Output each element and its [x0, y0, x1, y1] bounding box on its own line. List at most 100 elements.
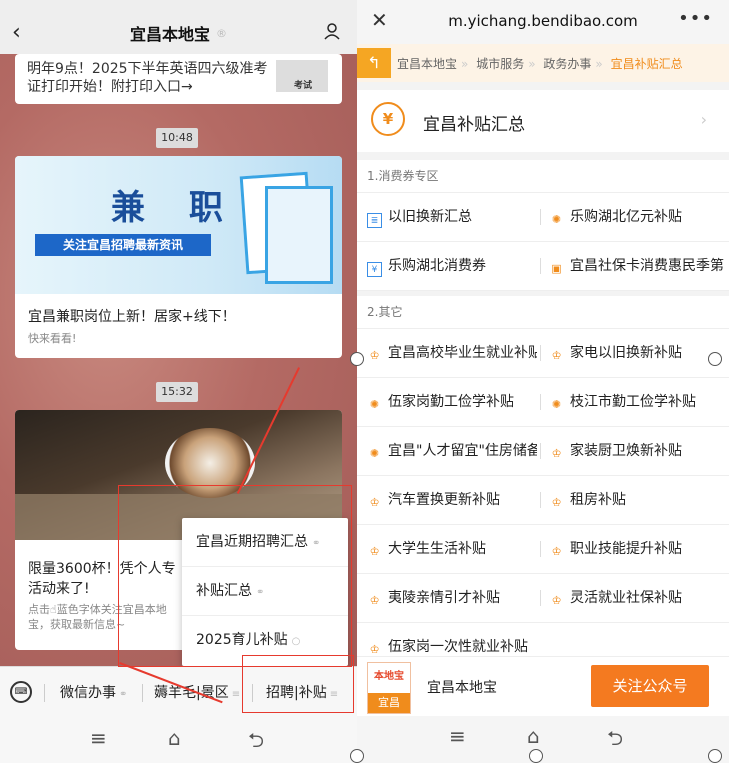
list-link[interactable]: ✺ 宜昌"人才留宜"住房储备 — [367, 427, 537, 475]
link-icon: ⚭ — [119, 689, 128, 700]
breadcrumb-item[interactable]: 政务办事 — [543, 57, 591, 71]
list-link[interactable]: ♔ 租房补贴 — [549, 476, 729, 524]
chevron-right-icon: › — [700, 110, 707, 129]
back-icon[interactable]: ⮌ — [248, 726, 264, 760]
article-card[interactable]: 明年9点！2025下半年英语四六级准考证打印开始！附打印入口→ 考试 — [15, 54, 342, 104]
bendibao-logo: 本地宝 宜昌 — [367, 662, 411, 714]
list-link[interactable]: ≣ 以旧换新汇总 — [367, 193, 537, 241]
wechat-nav-bar: ‹ 宜昌本地宝 ® — [0, 12, 357, 54]
home-icon[interactable]: ⌂ — [168, 726, 181, 750]
subsidy-icon: ¥ — [371, 102, 405, 136]
back-icon[interactable]: ‹ — [12, 20, 21, 45]
system-nav-bar: ≡ ⌂ ⮌ — [0, 718, 357, 763]
breadcrumb: ↰ 宜昌本地宝» 城市服务» 政务办事» 宜昌补贴汇总 — [357, 44, 729, 82]
list-row: ≣ 以旧换新汇总 ✺ 乐购湖北亿元补贴 — [357, 193, 729, 242]
list-row: ¥ 乐购湖北消费券 ▣ 宜昌社保卡消费惠民季第 — [357, 242, 729, 291]
money-bag-icon: ♔ — [551, 349, 562, 362]
selection-handle[interactable] — [529, 749, 543, 763]
divider — [142, 684, 143, 702]
selection-handle[interactable] — [350, 352, 364, 366]
browser-panel: ✕ m.yichang.bendibao.com ••• ↰ 宜昌本地宝» 城市… — [357, 0, 729, 763]
money-bag-icon: ♔ — [369, 643, 380, 656]
list-link[interactable]: ♔ 家装厨卫焕新补贴 — [549, 427, 729, 475]
user-profile-icon[interactable] — [323, 22, 341, 40]
list-row: ✺ 宜昌"人才留宜"住房储备 ♔ 家装厨卫焕新补贴 — [357, 427, 729, 476]
list-row: ♔ 大学生生活补贴 ♔ 职业技能提升补贴 — [357, 525, 729, 574]
voucher-icon: ¥ — [367, 262, 382, 277]
menu-icon: ≡ — [231, 689, 241, 700]
home-icon[interactable]: ⌂ — [527, 724, 540, 748]
list-link[interactable]: ✺ 枝江市勤工俭学补贴 — [549, 378, 729, 426]
coin-icon: ✺ — [369, 398, 380, 411]
url-display: m.yichang.bendibao.com — [448, 12, 638, 30]
divider — [540, 345, 541, 361]
money-bag-icon: ♔ — [369, 545, 380, 558]
section-title: 1.消费券专区 — [357, 160, 729, 193]
menu-item-wechat-services[interactable]: 微信办事 ⚭ — [60, 667, 127, 719]
more-icon[interactable]: ••• — [678, 8, 713, 29]
follow-banner: 本地宝 宜昌 宜昌本地宝 关注公众号 — [357, 656, 729, 717]
money-bag-icon: ♔ — [369, 594, 380, 607]
money-bag-icon: ♔ — [551, 545, 562, 558]
menu-icon[interactable]: ≡ — [90, 726, 107, 750]
money-bag-icon: ♔ — [551, 594, 562, 607]
account-name: 宜昌本地宝 — [427, 680, 497, 696]
divider — [44, 684, 45, 702]
selection-handle[interactable] — [350, 749, 364, 763]
article-title-line2: 活动来了! — [28, 581, 90, 597]
coin-icon: ✺ — [551, 398, 562, 411]
article-card[interactable]: 兼 职 关注宜昌招聘最新资讯 宜昌兼职岗位上新！居家+线下！ 快来看看! — [15, 156, 342, 358]
list-link[interactable]: ♔ 夷陵亲情引才补贴 — [367, 574, 537, 622]
highlight-box — [118, 485, 352, 667]
card-icon: ▣ — [551, 262, 562, 275]
list-row: ♔ 宜昌高校毕业生就业补贴 ♔ 家电以旧换新补贴 — [357, 329, 729, 378]
list-link[interactable]: ♔ 灵活就业社保补贴 — [549, 574, 729, 622]
highlight-box — [242, 655, 354, 713]
list-link[interactable]: ¥ 乐购湖北消费券 — [367, 242, 537, 290]
list-link[interactable]: ♔ 职业技能提升补贴 — [549, 525, 729, 573]
cover-headline: 兼 职 — [111, 188, 239, 228]
browser-toolbar: ✕ m.yichang.bendibao.com ••• — [357, 0, 729, 45]
divider — [540, 258, 541, 274]
section-title: 2.其它 — [357, 296, 729, 329]
divider — [540, 492, 541, 508]
section-consumer-vouchers: 1.消费券专区 ≣ 以旧换新汇总 ✺ 乐购湖北亿元补贴 ¥ 乐购湖北消费券 ▣ 宜昌社保… — [357, 160, 729, 291]
document-illustration — [265, 186, 333, 284]
money-bag-icon: ♔ — [369, 496, 380, 509]
list-link[interactable]: ♔ 宜昌高校毕业生就业补贴 — [367, 329, 537, 377]
book-icon: ≣ — [367, 213, 382, 228]
breadcrumb-item[interactable]: 城市服务 — [476, 57, 524, 71]
system-nav-bar: ≡ ⌂ ⮌ — [357, 716, 729, 763]
back-icon[interactable]: ⮌ — [607, 724, 623, 758]
list-link[interactable]: ▣ 宜昌社保卡消费惠民季第 — [549, 242, 729, 290]
money-bag-icon: ♔ — [369, 349, 380, 362]
keyboard-icon[interactable]: ⌨ — [10, 681, 32, 703]
wechat-official-account-panel: ‹ 宜昌本地宝 ® 明年9点！2025下半年英语四六级准考证打印开始！附打印入口… — [0, 0, 357, 763]
verified-icon: ® — [216, 26, 227, 40]
selection-handle[interactable] — [708, 749, 722, 763]
list-link[interactable]: ✺ 伍家岗勤工俭学补贴 — [367, 378, 537, 426]
page-header[interactable]: ¥ 宜昌补贴汇总 › — [357, 90, 729, 152]
list-link[interactable]: ♔ 大学生生活补贴 — [367, 525, 537, 573]
breadcrumb-item[interactable]: 宜昌本地宝 — [397, 57, 457, 71]
back-arrow-icon[interactable]: ↰ — [357, 48, 391, 78]
list-link[interactable]: ✺ 乐购湖北亿元补贴 — [549, 193, 729, 241]
coin-icon: ✺ — [551, 213, 562, 226]
list-link[interactable]: ♔ 家电以旧换新补贴 — [549, 329, 729, 377]
divider — [540, 590, 541, 606]
follow-account-button[interactable]: 关注公众号 — [591, 665, 709, 707]
page-content: ¥ 宜昌补贴汇总 › 1.消费券专区 ≣ 以旧换新汇总 ✺ 乐购湖北亿元补贴 ¥ 乐购… — [357, 82, 729, 672]
divider — [540, 209, 541, 225]
timestamp: 10:48 — [156, 128, 198, 148]
status-bar — [0, 0, 357, 12]
list-link[interactable]: ♔ 汽车置换更新补贴 — [367, 476, 537, 524]
article-cover-image: 兼 职 关注宜昌招聘最新资讯 — [15, 156, 342, 294]
selection-handle[interactable] — [708, 352, 722, 366]
list-row: ♔ 汽车置换更新补贴 ♔ 租房补贴 — [357, 476, 729, 525]
article-title: 明年9点！2025下半年英语四六级准考证打印开始！附打印入口→ — [27, 61, 268, 95]
divider — [540, 443, 541, 459]
breadcrumb-current: 宜昌补贴汇总 — [610, 57, 683, 71]
menu-icon[interactable]: ≡ — [449, 724, 466, 748]
timestamp: 15:32 — [156, 382, 198, 402]
money-bag-icon: ♔ — [551, 447, 562, 460]
